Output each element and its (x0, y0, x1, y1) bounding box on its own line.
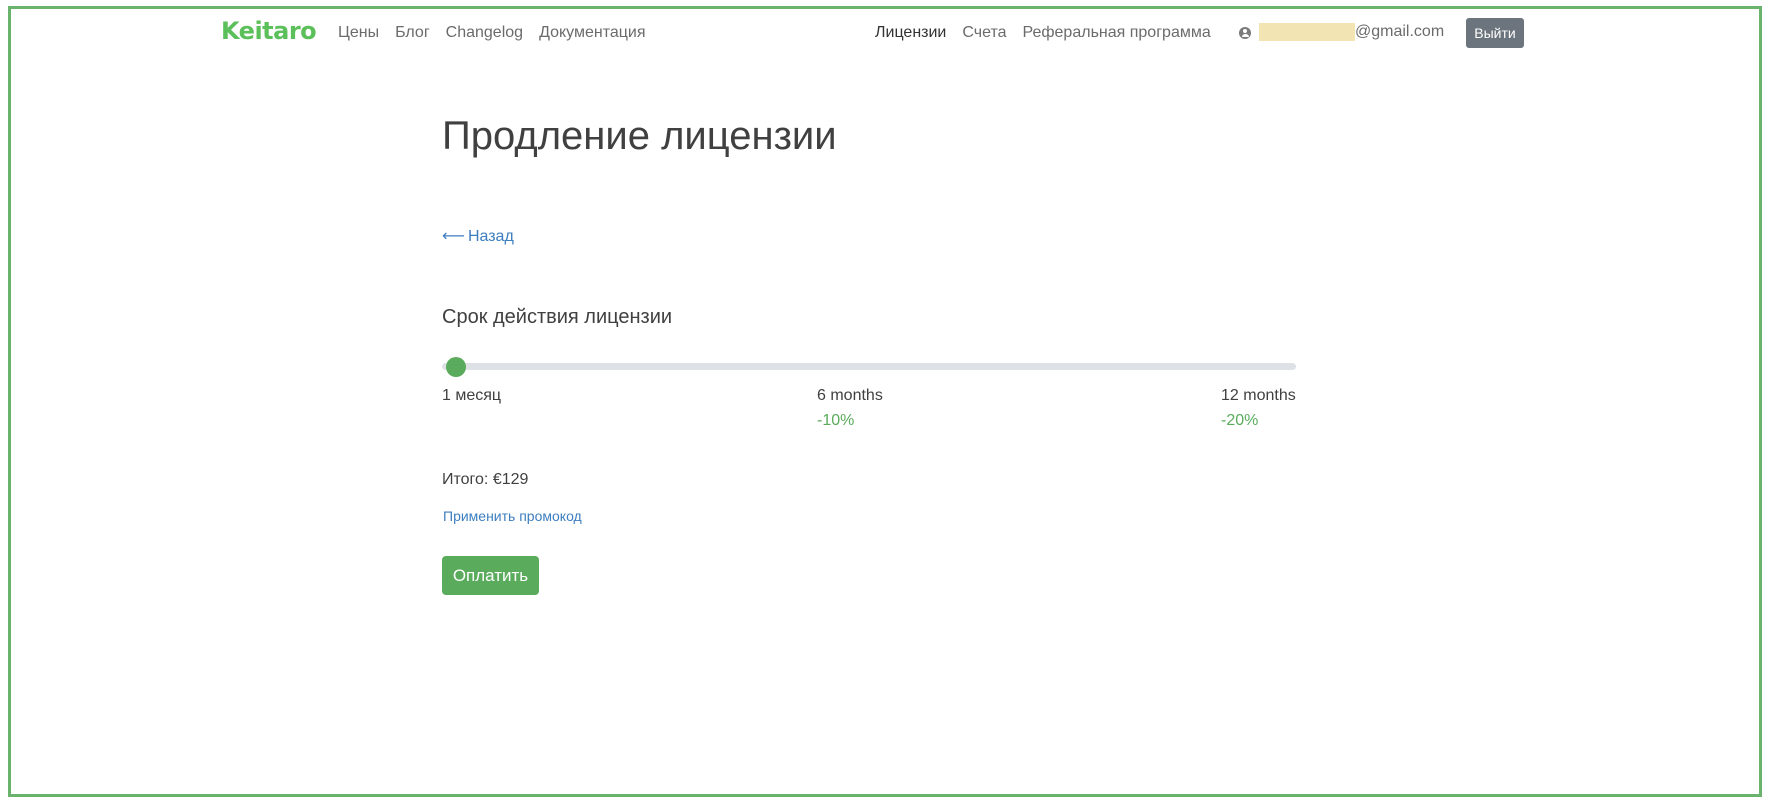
main-nav: Цены Блог Changelog Документация (338, 24, 646, 42)
pay-button[interactable]: Оплатить (442, 556, 539, 595)
order-total: Итого: €129 (442, 471, 528, 489)
slider-tick-6-months[interactable]: 6 months -10% (817, 387, 883, 430)
tick-label: 12 months (1221, 387, 1296, 404)
slider-tick-12-months[interactable]: 12 months -20% (1221, 387, 1296, 430)
slider-track[interactable] (442, 363, 1296, 370)
top-navbar: Keitaro Цены Блог Changelog Документация… (11, 9, 1759, 61)
redacted-email-local-part (1259, 23, 1355, 41)
nav-link-licenses[interactable]: Лицензии (875, 24, 946, 42)
nav-link-documentation[interactable]: Документация (539, 24, 645, 42)
tick-discount: -10% (817, 412, 855, 429)
user-email-domain: @gmail.com (1355, 23, 1445, 40)
total-value: €129 (492, 471, 529, 488)
nav-link-blog[interactable]: Блог (395, 24, 430, 42)
total-label: Итого: (442, 471, 489, 488)
license-period-slider[interactable] (442, 357, 1296, 377)
back-link-label: Назад (467, 228, 514, 245)
slider-tick-1-month[interactable]: 1 месяц (442, 387, 501, 412)
back-arrow-icon: ⟵ (442, 228, 465, 245)
apply-promo-code-link[interactable]: Применить промокод (443, 508, 582, 524)
page-frame: Keitaro Цены Блог Changelog Документация… (8, 6, 1762, 797)
nav-link-referral-program[interactable]: Реферальная программа (1023, 24, 1211, 42)
slider-handle[interactable] (446, 357, 466, 377)
user-circle-icon (1239, 27, 1251, 39)
nav-link-invoices[interactable]: Счета (962, 24, 1006, 42)
page-title: Продление лицензии (442, 114, 837, 158)
license-period-label: Срок действия лицензии (442, 306, 673, 328)
tick-label: 1 месяц (442, 387, 502, 404)
logout-button[interactable]: Выйти (1466, 18, 1524, 48)
keitaro-logo[interactable]: Keitaro (221, 17, 317, 45)
back-link[interactable]: ⟵ Назад (442, 226, 514, 246)
tick-label: 6 months (817, 387, 883, 404)
nav-link-changelog[interactable]: Changelog (446, 24, 523, 42)
account-nav: Лицензии Счета Реферальная программа (875, 24, 1211, 42)
user-account[interactable]: @gmail.com (1239, 23, 1444, 41)
tick-discount: -20% (1221, 412, 1259, 429)
nav-link-prices[interactable]: Цены (338, 24, 379, 42)
